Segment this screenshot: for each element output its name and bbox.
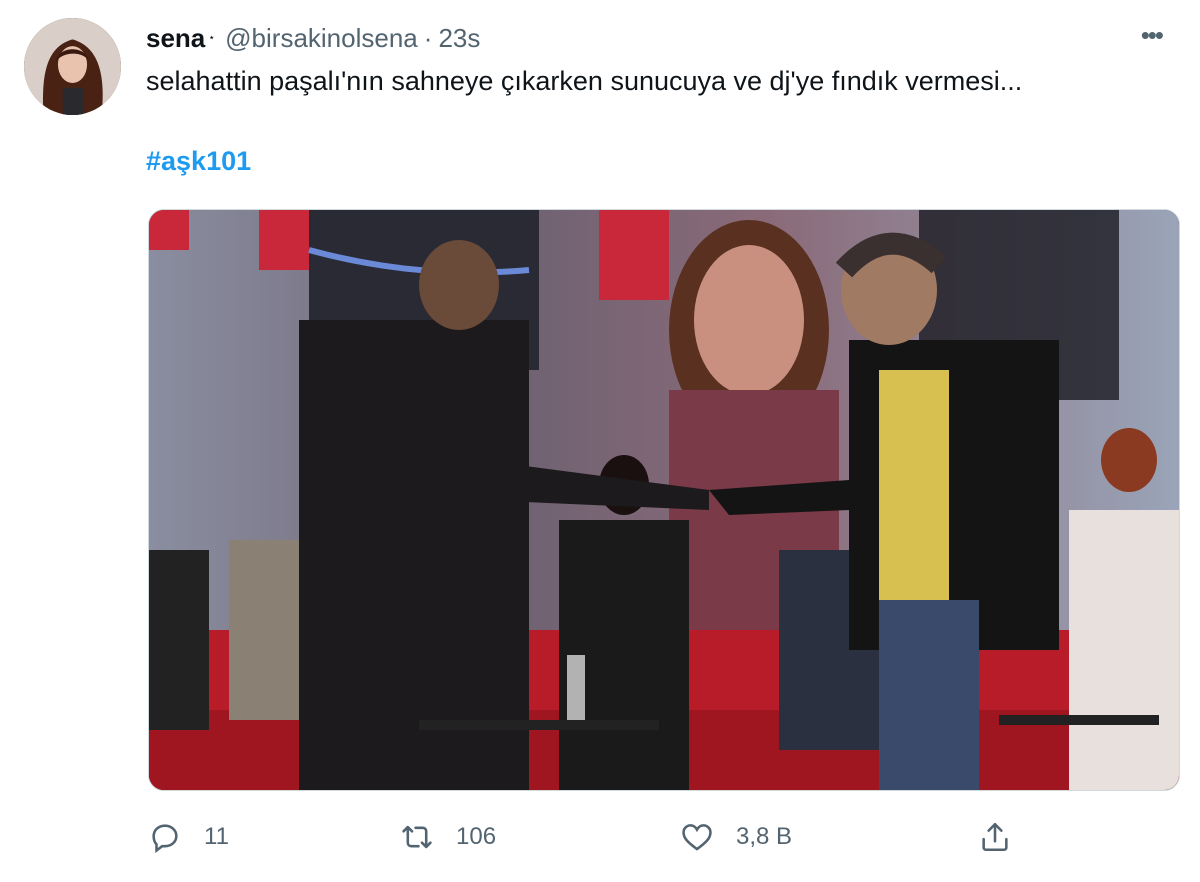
- share-button[interactable]: [978, 812, 1034, 862]
- reply-icon: [152, 824, 178, 854]
- like-count: 3,8 B: [736, 823, 793, 850]
- tweet-media-image[interactable]: [148, 209, 1180, 791]
- reply-button[interactable]: 11: [148, 812, 229, 862]
- retweet-button[interactable]: 106: [400, 812, 496, 862]
- retweet-count: 106: [456, 823, 497, 850]
- user-handle[interactable]: @birsakinolsena: [225, 23, 418, 54]
- share-icon: [982, 822, 1008, 852]
- tweet-actions: 11 106 3,8 B: [148, 812, 1178, 862]
- retweet-icon: [402, 825, 432, 849]
- tweet-text: selahattin paşalı'nın sahneye çıkarken s…: [146, 66, 1023, 96]
- more-icon[interactable]: •••: [1141, 20, 1164, 50]
- timestamp[interactable]: 23s: [438, 23, 480, 54]
- avatar[interactable]: [24, 18, 121, 115]
- like-button[interactable]: 3,8 B: [680, 812, 792, 862]
- hashtag-link[interactable]: #aşk101: [146, 146, 251, 177]
- display-name[interactable]: sena: [146, 23, 205, 54]
- separator-dot: ·: [423, 22, 433, 53]
- heart-icon: [682, 824, 712, 851]
- tweet-header: sena ⋆ @birsakinolsena · 23s •••: [146, 20, 1176, 56]
- reply-count: 11: [204, 823, 229, 850]
- badge-icon: ⋆: [208, 31, 216, 44]
